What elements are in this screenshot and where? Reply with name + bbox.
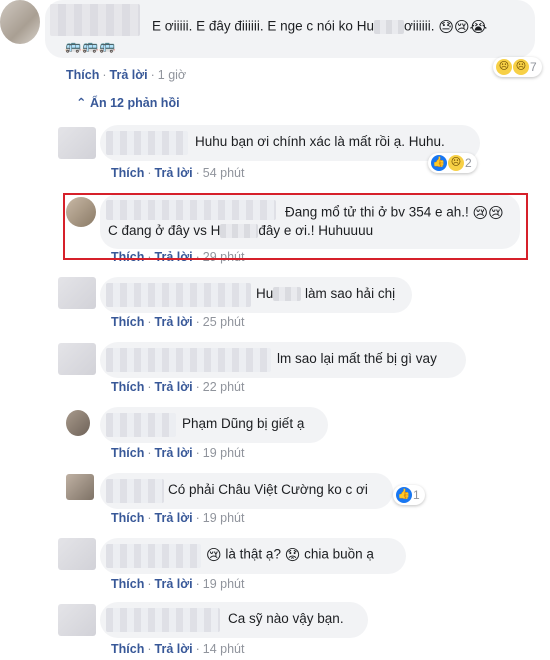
reply-link[interactable]: Trả lời — [155, 380, 193, 394]
comment-bubble: Hu làm sao hải chị — [100, 277, 412, 313]
comment-actions: Thích · Trả lời · 25 phút — [111, 315, 245, 329]
blurred-author-name — [106, 479, 164, 503]
comment-actions: Thích · Trả lời · 22 phút — [111, 380, 245, 394]
reply-link[interactable]: Trả lời — [155, 511, 193, 525]
comment-thread: E ơiiiii. E đây điiiiii. E nge c nói ko … — [0, 0, 550, 660]
avatar[interactable] — [58, 277, 96, 309]
comment-actions: Thích · Trả lời · 19 phút — [111, 446, 245, 460]
comment-actions: Thích · Trả lời · 19 phút — [111, 511, 245, 525]
comment-actions: Thích · Trả lời · 1 giờ — [66, 68, 187, 82]
timestamp[interactable]: 54 phút — [203, 166, 245, 180]
comment-text: Phạm Dũng bị giết ạ — [182, 416, 305, 431]
reply-link[interactable]: Trả lời — [155, 166, 193, 180]
hide-replies-link[interactable]: ⌃ Ẩn 12 phản hồi — [76, 95, 180, 110]
avatar[interactable] — [0, 0, 40, 44]
timestamp[interactable]: 19 phút — [203, 446, 245, 460]
timestamp[interactable]: 19 phút — [203, 577, 245, 591]
comment-bubble: lm sao lại mất thế bị gì vay — [100, 342, 466, 378]
emoji-row: 🚌🚌🚌 — [65, 38, 117, 53]
comment-bubble: Ca sỹ nào vậy bạn. — [100, 602, 368, 638]
reaction-count: 1 — [413, 488, 420, 502]
comment-text: 😢 là thật ạ? 😟 chia buồn ạ — [206, 546, 374, 564]
timestamp[interactable]: 22 phút — [203, 380, 245, 394]
like-link[interactable]: Thích — [111, 315, 144, 329]
comment-actions: Thích · Trả lời · 14 phút — [111, 642, 245, 656]
like-reaction-icon: 👍 — [396, 487, 412, 503]
like-link[interactable]: Thích — [111, 511, 144, 525]
blurred-name — [373, 20, 404, 34]
comment-bubble: Phạm Dũng bị giết ạ — [100, 407, 328, 443]
blurred-author-name — [106, 413, 176, 437]
sad-reaction-icon: ☹ — [513, 59, 529, 75]
comment-text: E ơiiiii. E đây điiiiii. E nge c nói ko … — [152, 18, 488, 36]
sad-reaction-icon: ☹ — [496, 59, 512, 75]
reaction-summary[interactable]: 👍 ☹ 2 — [428, 153, 477, 173]
like-link[interactable]: Thích — [111, 446, 144, 460]
avatar[interactable] — [58, 538, 96, 570]
avatar[interactable] — [58, 604, 96, 636]
blurred-author-name — [106, 544, 201, 568]
worried-emoji-icon: 😟 — [284, 547, 301, 564]
comment-text: Hu làm sao hải chị — [256, 286, 396, 302]
comment-text: lm sao lại mất thế bị gì vay — [277, 351, 437, 366]
comment-actions: Thích · Trả lời · 19 phút — [111, 577, 245, 591]
sad-emoji-icon: 😢 — [206, 547, 222, 564]
sad-reaction-icon: ☹ — [448, 155, 464, 171]
like-reaction-icon: 👍 — [431, 155, 447, 171]
like-link[interactable]: Thích — [111, 577, 144, 591]
reaction-summary[interactable]: 👍 1 — [393, 485, 425, 505]
blurred-name — [273, 287, 302, 302]
like-link[interactable]: Thích — [111, 166, 144, 180]
timestamp[interactable]: 25 phút — [203, 315, 245, 329]
blurred-author-name — [106, 608, 220, 632]
blurred-author-name — [106, 283, 251, 307]
comment-text: Huhu bạn ơi chính xác là mất rồi ạ. Huhu… — [195, 134, 445, 149]
reply-link[interactable]: Trả lời — [155, 446, 193, 460]
timestamp[interactable]: 19 phút — [203, 511, 245, 525]
reaction-count: 7 — [530, 60, 537, 74]
avatar[interactable] — [58, 343, 96, 375]
comment-bubble: 😢 là thật ạ? 😟 chia buồn ạ — [100, 538, 406, 574]
highlight-box — [63, 193, 528, 260]
chevron-up-icon: ⌃ — [76, 96, 87, 110]
timestamp[interactable]: 14 phút — [203, 642, 245, 656]
reaction-count: 2 — [465, 156, 472, 170]
comment-actions: Thích · Trả lời · 54 phút — [111, 166, 245, 180]
blurred-author-name — [106, 348, 271, 372]
like-link[interactable]: Thích — [111, 642, 144, 656]
comment-text: Có phải Châu Việt Cường ko c ơi — [168, 482, 368, 497]
timestamp[interactable]: 1 giờ — [158, 68, 186, 82]
reaction-summary[interactable]: ☹ ☹ 7 — [493, 57, 542, 77]
blurred-author-name — [106, 131, 188, 155]
avatar[interactable] — [66, 474, 94, 500]
like-link[interactable]: Thích — [111, 380, 144, 394]
comment-bubble: Có phải Châu Việt Cường ko c ơi — [100, 473, 393, 509]
avatar[interactable] — [58, 127, 96, 159]
reply-link[interactable]: Trả lời — [155, 642, 193, 656]
reply-link[interactable]: Trả lời — [110, 68, 148, 82]
reply-link[interactable]: Trả lời — [155, 577, 193, 591]
emoji-group: 😓😢😭 — [438, 19, 488, 36]
comment-text: Ca sỹ nào vậy bạn. — [228, 611, 344, 626]
reply-link[interactable]: Trả lời — [155, 315, 193, 329]
comment-bubble: Huhu bạn ơi chính xác là mất rồi ạ. Huhu… — [100, 125, 480, 161]
like-link[interactable]: Thích — [66, 68, 99, 82]
blurred-author-name — [50, 4, 140, 36]
avatar[interactable] — [66, 410, 90, 436]
